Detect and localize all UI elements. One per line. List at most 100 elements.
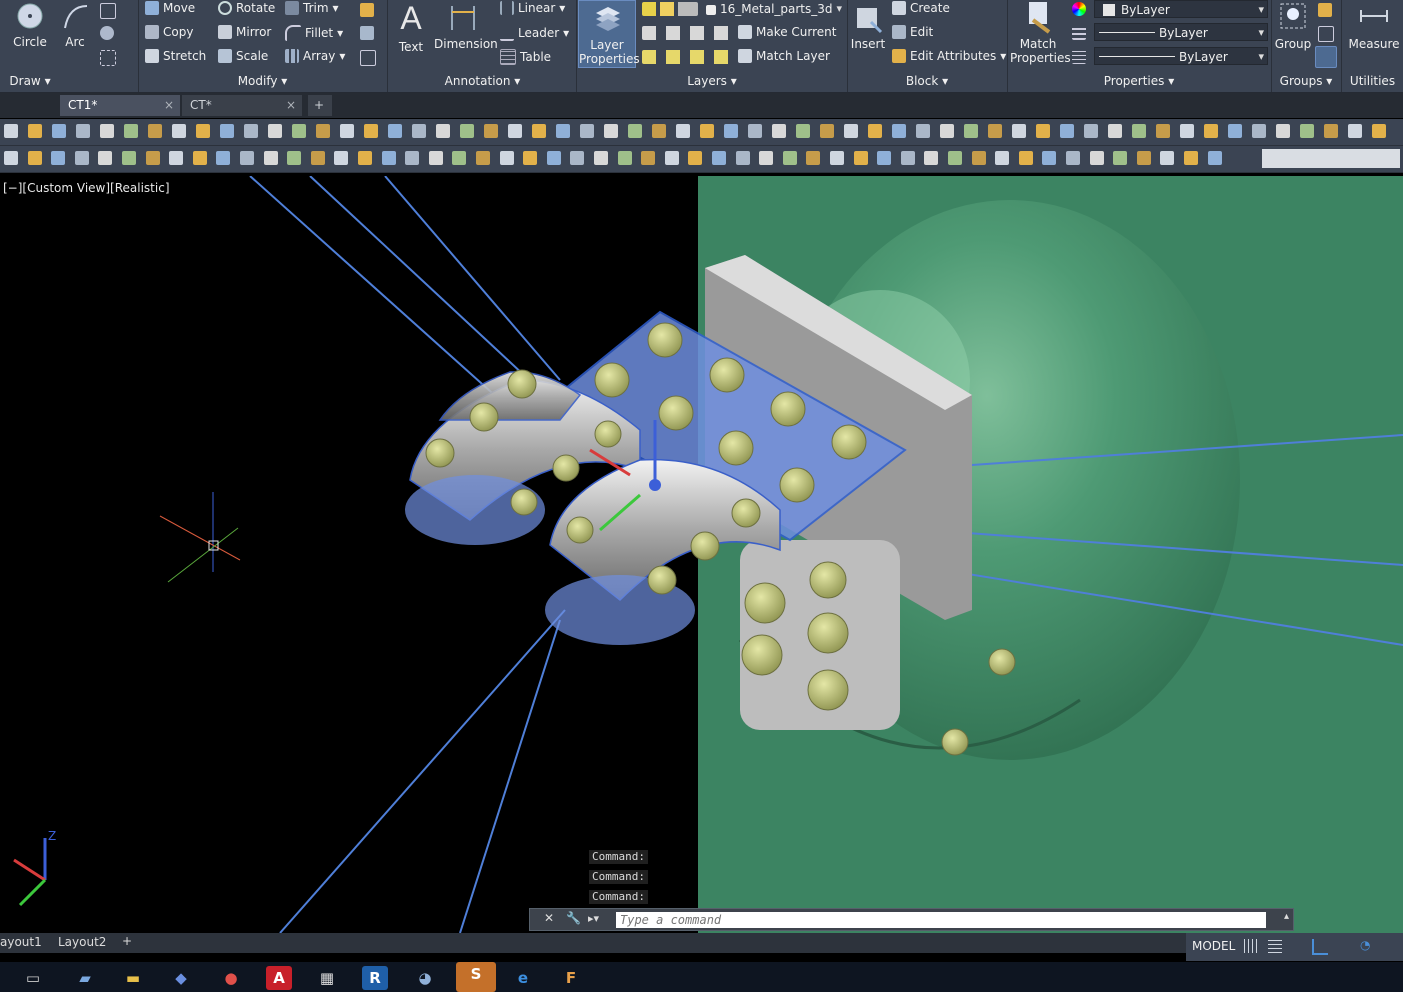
- toolbar-tool-icon[interactable]: [124, 124, 138, 138]
- chrome-icon[interactable]: ●: [218, 966, 244, 990]
- toolbar-tool-icon[interactable]: [971, 151, 986, 165]
- toolbar-tool-icon[interactable]: [759, 151, 774, 165]
- toolbar-tool-icon[interactable]: [172, 124, 186, 138]
- create-block-button[interactable]: Create: [892, 1, 950, 15]
- autocad-icon[interactable]: A: [266, 966, 292, 990]
- toolbar-tool-icon[interactable]: [877, 151, 892, 165]
- offset-icon[interactable]: [360, 50, 376, 66]
- app-icon[interactable]: ◆: [168, 966, 194, 990]
- toolbar-tool-icon[interactable]: [1108, 124, 1122, 138]
- calculator-icon[interactable]: ▦: [314, 966, 340, 990]
- group-edit-icon[interactable]: [1318, 26, 1334, 42]
- scale-button[interactable]: Scale: [218, 49, 268, 63]
- file-explorer-icon[interactable]: ▰: [72, 966, 98, 990]
- toolbar-tool-icon[interactable]: [192, 151, 207, 165]
- toolbar-tool-icon[interactable]: [664, 151, 679, 165]
- boundary-icon[interactable]: [100, 50, 116, 66]
- toolbar-tool-icon[interactable]: [27, 151, 42, 165]
- toolbar-tool-icon[interactable]: [1348, 124, 1362, 138]
- draw-panel-label[interactable]: Draw ▾: [0, 72, 60, 90]
- toolbar-tool-icon[interactable]: [1372, 124, 1386, 138]
- toolbar-tool-icon[interactable]: [964, 124, 978, 138]
- toolbar-tool-icon[interactable]: [364, 124, 378, 138]
- toolbar-tool-icon[interactable]: [412, 124, 426, 138]
- toolbar-tool-icon[interactable]: [772, 124, 786, 138]
- revit-icon[interactable]: R: [362, 966, 388, 990]
- toolbar-tool-icon[interactable]: [1276, 124, 1290, 138]
- toolbar-tool-icon[interactable]: [452, 151, 467, 165]
- toolbar-tool-icon[interactable]: [652, 124, 666, 138]
- toolbar-tool-icon[interactable]: [1180, 124, 1194, 138]
- linear-button[interactable]: Linear ▾: [500, 1, 565, 15]
- toolbar-tool-icon[interactable]: [1018, 151, 1033, 165]
- stretch-button[interactable]: Stretch: [145, 49, 206, 63]
- lineweight-icon[interactable]: [1072, 50, 1086, 64]
- toolbar-tool-icon[interactable]: [287, 151, 302, 165]
- toolbar-tool-icon[interactable]: [570, 151, 585, 165]
- toolbar-tool-icon[interactable]: [940, 124, 954, 138]
- toolbar-tool-icon[interactable]: [735, 151, 750, 165]
- toolbar-tool-icon[interactable]: [340, 124, 354, 138]
- measure-button[interactable]: Measure: [1345, 0, 1403, 51]
- copy-button[interactable]: Copy: [145, 25, 193, 39]
- toolbar-tool-icon[interactable]: [1042, 151, 1057, 165]
- polar-icon[interactable]: ◔: [1360, 938, 1370, 952]
- toolbar-tool-icon[interactable]: [868, 124, 882, 138]
- modify-panel-label[interactable]: Modify ▾: [140, 72, 385, 90]
- toolbar-search-field[interactable]: [1262, 149, 1400, 168]
- linetype-icon[interactable]: [1072, 26, 1086, 40]
- toolbar-tool-icon[interactable]: [523, 151, 538, 165]
- command-prompt-icon[interactable]: ▸▾: [588, 912, 599, 925]
- layer-tool-icon-1[interactable]: [642, 26, 730, 40]
- layer-tool-icon-2[interactable]: [642, 50, 730, 64]
- close-icon[interactable]: ×: [164, 95, 174, 116]
- toolbar-tool-icon[interactable]: [28, 124, 42, 138]
- toolbar-tool-icon[interactable]: [74, 151, 89, 165]
- viewport-controls-label[interactable]: [−][Custom View][Realistic]: [3, 181, 170, 195]
- grid-icon[interactable]: [1244, 939, 1258, 953]
- toolbar-tool-icon[interactable]: [1204, 124, 1218, 138]
- toolbar-tool-icon[interactable]: [268, 124, 282, 138]
- toolbar-tool-icon[interactable]: [499, 151, 514, 165]
- rotate-button[interactable]: Rotate: [218, 1, 275, 15]
- toolbar-tool-icon[interactable]: [216, 151, 231, 165]
- properties-panel-label[interactable]: Properties ▾: [1008, 72, 1270, 90]
- toolbar-tool-icon[interactable]: [1132, 124, 1146, 138]
- toolbar-tool-icon[interactable]: [900, 151, 915, 165]
- toolbar-tool-icon[interactable]: [988, 124, 1002, 138]
- toolbar-tool-icon[interactable]: [310, 151, 325, 165]
- utilities-panel-label[interactable]: Utilities: [1342, 72, 1403, 90]
- toolbar-tool-icon[interactable]: [145, 151, 160, 165]
- toolbar-tool-icon[interactable]: [806, 151, 821, 165]
- hatch-icon[interactable]: [100, 26, 114, 40]
- ortho-icon[interactable]: [1312, 939, 1328, 955]
- toolbar-tool-icon[interactable]: [220, 124, 234, 138]
- toolbar-tool-icon[interactable]: [782, 151, 797, 165]
- toolbar-tool-icon[interactable]: [4, 151, 18, 165]
- toolbar-tool-icon[interactable]: [1012, 124, 1026, 138]
- erase-icon[interactable]: [360, 3, 374, 17]
- ungroup-icon[interactable]: [1318, 3, 1332, 17]
- toolbar-tool-icon[interactable]: [292, 124, 306, 138]
- toolbar-tool-icon[interactable]: [628, 124, 642, 138]
- rectangle-icon[interactable]: [100, 3, 116, 19]
- model-space-button[interactable]: MODEL: [1192, 939, 1235, 953]
- match-layer-button[interactable]: Match Layer: [738, 49, 830, 63]
- toolbar-tool-icon[interactable]: [428, 151, 443, 165]
- layer-properties-button[interactable]: Layer Properties: [578, 0, 640, 68]
- model-viewport[interactable]: Z: [0, 176, 1403, 933]
- circle-button[interactable]: Circle: [10, 2, 50, 49]
- toolbar-tool-icon[interactable]: [688, 151, 703, 165]
- toolbar-tool-icon[interactable]: [1252, 124, 1266, 138]
- command-input[interactable]: [616, 912, 1266, 928]
- insert-button[interactable]: Insert: [850, 2, 886, 51]
- toolbar-tool-icon[interactable]: [244, 124, 258, 138]
- toolbar-tool-icon[interactable]: [196, 124, 210, 138]
- mirror-button[interactable]: Mirror: [218, 25, 271, 39]
- app2-icon[interactable]: F: [558, 966, 584, 990]
- toolbar-tool-icon[interactable]: [4, 124, 18, 138]
- toolbar-tool-icon[interactable]: [1160, 151, 1175, 165]
- toolbar-tool-icon[interactable]: [948, 151, 962, 165]
- group-selection-icon[interactable]: [1315, 46, 1337, 68]
- color-wheel-icon[interactable]: [1072, 2, 1086, 16]
